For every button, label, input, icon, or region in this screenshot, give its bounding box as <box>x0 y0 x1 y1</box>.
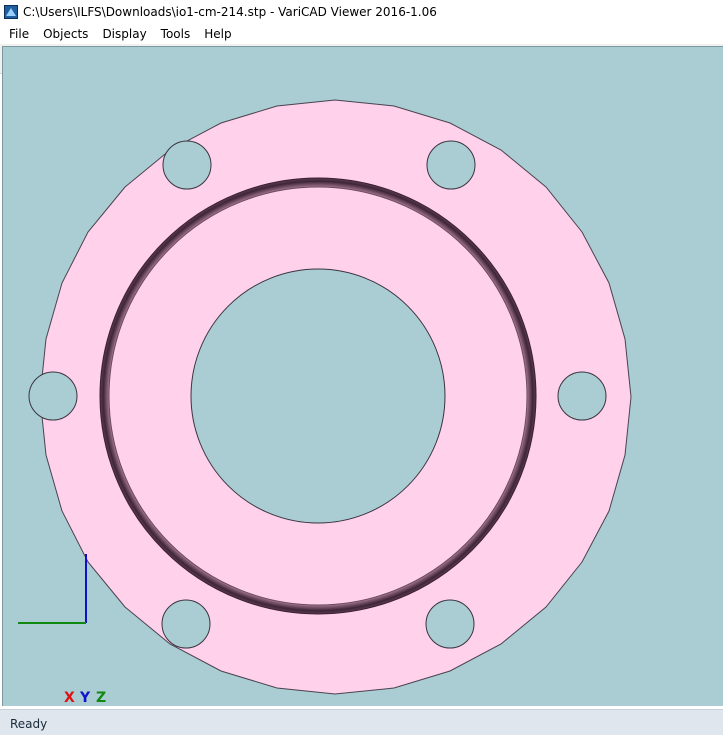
bolt-hole[interactable] <box>28 371 78 421</box>
bolt-hole[interactable] <box>557 371 607 421</box>
menu-file[interactable]: File <box>0 27 36 41</box>
menu-tools[interactable]: Tools <box>154 27 198 41</box>
status-text: Ready <box>10 717 48 731</box>
window-title: C:\Users\ILFS\Downloads\io1-cm-214.stp -… <box>23 5 437 19</box>
axis-x-label: X <box>64 690 75 706</box>
menu-bar: File Objects Display Tools Help <box>0 24 723 44</box>
bolt-hole[interactable] <box>161 599 211 649</box>
axis-z-label: Z <box>96 690 107 706</box>
bolt-hole[interactable] <box>162 140 212 190</box>
menu-objects[interactable]: Objects <box>36 27 95 41</box>
title-bar: C:\Users\ILFS\Downloads\io1-cm-214.stp -… <box>0 0 723 24</box>
bolt-hole[interactable] <box>425 599 475 649</box>
menu-help[interactable]: Help <box>197 27 238 41</box>
axis-y-label: Y <box>80 690 91 706</box>
model-viewport[interactable] <box>2 46 723 706</box>
varicad-app-icon <box>4 5 18 19</box>
model-drawing <box>18 99 632 695</box>
menu-display[interactable]: Display <box>95 27 153 41</box>
center-bore[interactable] <box>190 268 446 524</box>
bolt-hole[interactable] <box>426 140 476 190</box>
status-bar: Ready <box>0 709 723 735</box>
